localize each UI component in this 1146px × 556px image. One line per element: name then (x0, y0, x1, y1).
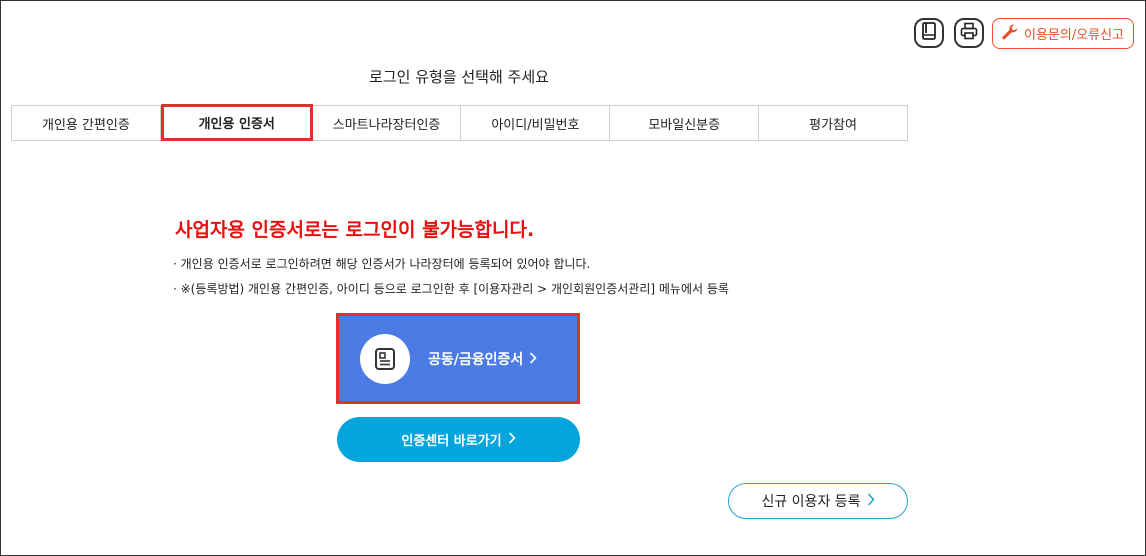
certificate-login-button[interactable]: 공동/금융인증서 (336, 313, 580, 404)
printer-icon (960, 22, 978, 44)
note-line-2: · ※(등록방법) 개인용 간편인증, 아이디 등으로 로그인한 후 [이용자관… (173, 282, 729, 296)
new-user-signup-button[interactable]: 신규 이용자 등록 (728, 483, 908, 519)
certificate-login-label: 공동/금융인증서 (428, 351, 524, 368)
print-button[interactable] (954, 18, 984, 48)
certificate-icon (360, 333, 410, 384)
login-type-tabs: 개인용 간편인증 개인용 인증서 스마트나라장터인증 아이디/비밀번호 모바일신… (11, 104, 908, 141)
chevron-right-icon (867, 492, 875, 510)
wrench-icon (1001, 23, 1019, 45)
note-line-1: · 개인용 인증서로 로그인하려면 해당 인증서가 나라장터에 등록되어 있어야… (173, 257, 591, 271)
manual-button[interactable] (914, 18, 944, 48)
tab-evaluation[interactable]: 평가참여 (759, 106, 907, 140)
tab-smart-auth[interactable]: 스마트나라장터인증 (313, 106, 462, 140)
certificate-center-label: 인증센터 바로가기 (401, 434, 502, 449)
chevron-right-icon (508, 431, 516, 448)
report-button[interactable]: 이용문의/오류신고 (992, 18, 1134, 49)
book-icon (921, 22, 937, 44)
tab-personal-certificate[interactable]: 개인용 인증서 (160, 104, 313, 141)
tab-simple-auth[interactable]: 개인용 간편인증 (12, 106, 161, 140)
page-title: 로그인 유형을 선택해 주세요 (369, 68, 549, 86)
tab-mobile-id[interactable]: 모바일신분증 (610, 106, 760, 140)
chevron-right-icon (529, 349, 537, 368)
tab-id-password[interactable]: 아이디/비밀번호 (461, 106, 611, 140)
certificate-center-button[interactable]: 인증센터 바로가기 (337, 417, 580, 462)
new-user-signup-label: 신규 이용자 등록 (761, 494, 861, 510)
warning-message: 사업자용 인증서로는 로그인이 불가능합니다. (175, 219, 535, 241)
report-label: 이용문의/오류신고 (1024, 28, 1125, 43)
